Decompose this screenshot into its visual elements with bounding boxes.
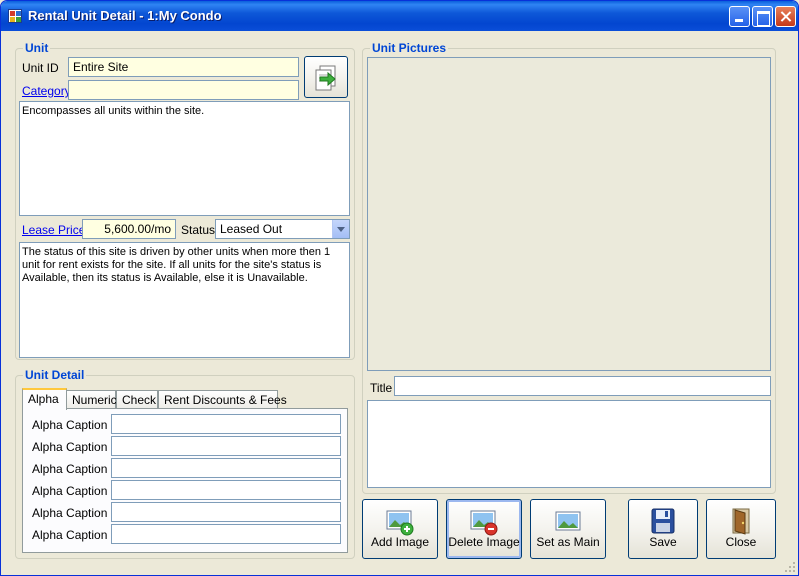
unit-group-legend: Unit: [23, 41, 51, 55]
status-label: Status: [181, 223, 216, 237]
door-icon: [732, 508, 750, 535]
rental-unit-detail-window: Rental Unit Detail - 1:My Condo Unit Uni…: [0, 0, 799, 576]
document-arrow-icon: [315, 65, 336, 91]
tab-alpha[interactable]: Alpha: [22, 388, 67, 410]
add-image-button[interactable]: Add Image: [362, 499, 438, 559]
unit-detail-group-legend: Unit Detail: [23, 368, 87, 382]
close-button[interactable]: Close: [706, 499, 776, 559]
delete-image-button[interactable]: Delete Image: [446, 499, 522, 559]
set-as-main-button[interactable]: Set as Main: [530, 499, 606, 559]
alpha-caption-3-label: Alpha Caption 3: [32, 462, 118, 476]
floppy-disk-icon: [651, 508, 675, 534]
alpha-caption-4-input[interactable]: [111, 480, 341, 500]
alpha-caption-2-label: Alpha Caption 2: [32, 440, 118, 454]
copy-unit-button[interactable]: [304, 56, 348, 98]
close-window-button[interactable]: [775, 6, 796, 27]
alpha-caption-1-input[interactable]: [111, 414, 341, 434]
unit-description-textarea[interactable]: Encompasses all units within the site.: [19, 101, 350, 216]
add-image-icon: [386, 510, 414, 536]
category-field[interactable]: [68, 80, 299, 100]
unit-id-field[interactable]: Entire Site: [68, 57, 299, 77]
window-title: Rental Unit Detail - 1:My Condo: [28, 8, 222, 23]
alpha-caption-4-label: Alpha Caption 4: [32, 484, 118, 498]
unit-picture-viewer[interactable]: [367, 57, 771, 371]
picture-description-textarea[interactable]: [367, 400, 771, 488]
add-image-label: Add Image: [370, 535, 430, 549]
alpha-caption-3-input[interactable]: [111, 458, 341, 478]
save-button[interactable]: Save: [628, 499, 698, 559]
tab-check[interactable]: Check: [116, 390, 158, 409]
status-selected-value: Leased Out: [220, 222, 283, 236]
alpha-caption-5-input[interactable]: [111, 502, 341, 522]
delete-image-icon: [470, 510, 498, 536]
status-select[interactable]: Leased Out: [215, 219, 350, 239]
minimize-button[interactable]: [729, 6, 750, 27]
picture-title-input[interactable]: [394, 376, 771, 396]
alpha-caption-5-label: Alpha Caption 5: [32, 506, 118, 520]
unit-id-label: Unit ID: [22, 61, 59, 75]
set-as-main-label: Set as Main: [536, 535, 600, 549]
title-bar[interactable]: Rental Unit Detail - 1:My Condo: [1, 1, 798, 31]
alpha-caption-2-input[interactable]: [111, 436, 341, 456]
maximize-button[interactable]: [752, 6, 773, 27]
save-label: Save: [649, 535, 677, 549]
alpha-caption-6-input[interactable]: [111, 524, 341, 544]
unit-pictures-group-legend: Unit Pictures: [370, 41, 449, 55]
category-link[interactable]: Category: [22, 84, 71, 98]
tab-rent-discounts-fees[interactable]: Rent Discounts & Fees: [158, 390, 287, 409]
close-label: Close: [725, 535, 757, 549]
picture-icon: [555, 511, 581, 531]
alpha-caption-6-label: Alpha Caption 6: [32, 528, 118, 542]
tab-numeric[interactable]: Numeric: [66, 390, 117, 409]
resize-grip-icon[interactable]: [784, 561, 796, 573]
delete-image-label: Delete Image: [448, 535, 520, 549]
lease-price-field[interactable]: 5,600.00/mo: [82, 219, 176, 239]
chevron-down-icon[interactable]: [332, 220, 349, 238]
app-icon: [8, 9, 22, 23]
lease-price-link[interactable]: Lease Price: [22, 223, 85, 237]
picture-title-label: Title: [370, 381, 393, 395]
status-note-textarea[interactable]: The status of this site is driven by oth…: [19, 242, 350, 358]
alpha-caption-1-label: Alpha Caption 1: [32, 418, 118, 432]
